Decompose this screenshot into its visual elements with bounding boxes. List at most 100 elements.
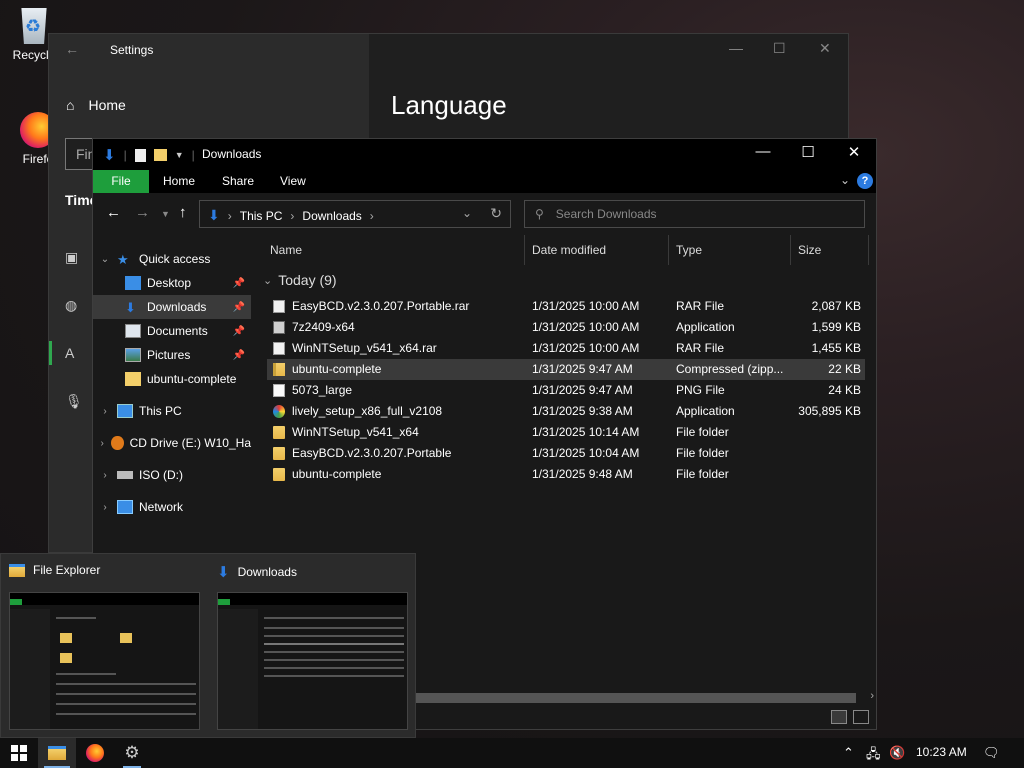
- taskbar-settings[interactable]: ⚙: [113, 738, 151, 768]
- nav-item-label: Downloads: [147, 300, 207, 314]
- image-file-icon: [273, 384, 285, 397]
- recent-locations-icon[interactable]: ▼: [161, 209, 170, 219]
- thumbnail-label: File Explorer: [33, 563, 101, 577]
- details-view-icon[interactable]: [831, 710, 847, 724]
- up-arrow-icon[interactable]: ↑: [179, 204, 187, 221]
- list-item[interactable]: EasyBCD.v2.3.0.207.Portable 1/31/2025 10…: [267, 443, 865, 464]
- clock[interactable]: 10:23 AM: [916, 745, 967, 759]
- file-explorer-icon: [48, 746, 66, 760]
- column-header-type[interactable]: Type: [669, 235, 791, 265]
- chevron-down-icon[interactable]: ⌄: [263, 274, 272, 287]
- globe-icon[interactable]: ◍: [65, 297, 77, 314]
- close-icon[interactable]: ✕: [819, 40, 831, 57]
- large-icons-view-icon[interactable]: [853, 710, 869, 724]
- scrollbar-thumb[interactable]: [416, 693, 856, 703]
- thumbnail-file-explorer[interactable]: File Explorer: [1, 554, 208, 739]
- file-type: File folder: [676, 425, 729, 439]
- file-type: RAR File: [676, 341, 725, 355]
- file-type: PNG File: [676, 383, 725, 397]
- group-header[interactable]: ⌄ Today (9): [263, 272, 337, 288]
- minimize-icon[interactable]: —: [729, 40, 743, 56]
- microphone-icon[interactable]: 🎙: [65, 393, 83, 410]
- chevron-right-icon[interactable]: ›: [290, 209, 294, 223]
- network-icon[interactable]: 🖧: [866, 745, 881, 767]
- chevron-down-icon[interactable]: ⌄: [93, 254, 117, 265]
- thumbnail-downloads[interactable]: ⬇ Downloads: [209, 554, 416, 739]
- nav-item-documents[interactable]: Documents 📌: [93, 319, 251, 343]
- pictures-icon: [125, 348, 141, 362]
- nav-item-label: ubuntu-complete: [147, 372, 237, 386]
- tab-home[interactable]: Home: [149, 170, 209, 193]
- notifications-icon[interactable]: 🗨: [983, 745, 1000, 761]
- volume-muted-icon[interactable]: 🔇: [889, 745, 905, 761]
- calendar-icon[interactable]: ▣: [65, 249, 78, 266]
- minimize-icon[interactable]: —: [743, 143, 783, 160]
- folder-icon: [273, 447, 285, 460]
- list-item[interactable]: ubuntu-complete 1/31/2025 9:47 AM Compre…: [267, 359, 865, 380]
- nav-item-cd-drive[interactable]: › CD Drive (E:) W10_Ha: [93, 431, 251, 455]
- nav-item-desktop[interactable]: Desktop 📌: [93, 271, 251, 295]
- desktop-icon: [125, 276, 141, 290]
- tab-file[interactable]: File: [93, 170, 149, 193]
- horizontal-scrollbar[interactable]: ›: [416, 689, 876, 706]
- list-item[interactable]: lively_setup_x86_full_v2108 1/31/2025 9:…: [267, 401, 865, 422]
- back-arrow-icon[interactable]: ←: [65, 41, 79, 57]
- pin-icon[interactable]: 📌: [233, 302, 245, 313]
- column-header-date[interactable]: Date modified: [525, 235, 669, 265]
- settings-home-link[interactable]: ⌂ Home: [66, 97, 126, 113]
- nav-item-this-pc[interactable]: › This PC: [93, 399, 251, 423]
- new-folder-icon[interactable]: [153, 149, 167, 161]
- nav-item-quick-access[interactable]: ⌄ ★ Quick access: [93, 247, 251, 271]
- show-hidden-icons-icon[interactable]: ⌃: [843, 745, 854, 761]
- nav-item-ubuntu-complete[interactable]: ubuntu-complete: [93, 367, 251, 391]
- close-icon[interactable]: ✕: [834, 143, 874, 161]
- search-input[interactable]: ⚲ Search Downloads: [524, 200, 865, 228]
- nav-item-pictures[interactable]: Pictures 📌: [93, 343, 251, 367]
- language-icon[interactable]: A: [65, 345, 74, 361]
- chevron-right-icon[interactable]: ›: [93, 502, 117, 513]
- maximize-icon[interactable]: ☐: [788, 143, 828, 161]
- chevron-right-icon[interactable]: ›: [93, 406, 117, 417]
- pin-icon[interactable]: 📌: [233, 278, 245, 289]
- chevron-right-icon[interactable]: ›: [93, 470, 117, 481]
- chevron-right-icon[interactable]: ›: [370, 209, 374, 223]
- download-icon: ⬇: [103, 147, 116, 164]
- pin-icon[interactable]: 📌: [233, 326, 245, 337]
- list-item[interactable]: ubuntu-complete 1/31/2025 9:48 AM File f…: [267, 464, 865, 485]
- tab-share[interactable]: Share: [208, 170, 268, 193]
- column-header-size[interactable]: Size: [791, 235, 869, 265]
- list-item[interactable]: WinNTSetup_v541_x64.rar 1/31/2025 10:00 …: [267, 338, 865, 359]
- properties-icon[interactable]: [134, 148, 146, 162]
- nav-item-network[interactable]: › Network: [93, 495, 251, 519]
- customize-dropdown-icon[interactable]: ▼: [175, 150, 184, 160]
- chevron-right-icon[interactable]: ›: [228, 209, 232, 223]
- nav-item-iso-drive[interactable]: › ISO (D:): [93, 463, 251, 487]
- nav-item-downloads[interactable]: ⬇ Downloads 📌: [93, 295, 251, 319]
- expand-ribbon-icon[interactable]: ⌄: [840, 173, 850, 187]
- list-item[interactable]: WinNTSetup_v541_x64 1/31/2025 10:14 AM F…: [267, 422, 865, 443]
- taskbar-file-explorer[interactable]: [38, 738, 76, 768]
- list-item[interactable]: EasyBCD.v2.3.0.207.Portable.rar 1/31/202…: [267, 296, 865, 317]
- cd-drive-icon: [111, 436, 124, 450]
- title-bar: ⬇ | ▼ | Downloads — ☐ ✕: [93, 139, 876, 170]
- file-size: 305,895 KB: [798, 404, 861, 418]
- breadcrumb-this-pc[interactable]: This PC: [240, 209, 283, 223]
- tab-view[interactable]: View: [266, 170, 320, 193]
- back-arrow-icon[interactable]: ←: [106, 204, 121, 221]
- list-item[interactable]: 7z2409-x64 1/31/2025 10:00 AM Applicatio…: [267, 317, 865, 338]
- scroll-right-icon[interactable]: ›: [870, 690, 874, 702]
- list-item[interactable]: 5073_large 1/31/2025 9:47 AM PNG File 24…: [267, 380, 865, 401]
- maximize-icon[interactable]: ☐: [773, 40, 786, 57]
- refresh-icon[interactable]: ↻: [490, 205, 502, 222]
- file-name: 5073_large: [292, 383, 353, 397]
- forward-arrow-icon[interactable]: →: [135, 204, 150, 221]
- column-header-name[interactable]: Name: [263, 235, 525, 265]
- breadcrumb-downloads[interactable]: Downloads: [302, 209, 361, 223]
- address-bar[interactable]: ⬇ › This PC › Downloads › ⌄ ↻: [199, 200, 511, 228]
- chevron-right-icon[interactable]: ›: [93, 438, 111, 449]
- help-icon[interactable]: ?: [857, 173, 873, 189]
- chevron-down-icon[interactable]: ⌄: [462, 206, 472, 220]
- taskbar-firefox[interactable]: [76, 738, 114, 768]
- pin-icon[interactable]: 📌: [233, 350, 245, 361]
- start-button[interactable]: [0, 738, 38, 768]
